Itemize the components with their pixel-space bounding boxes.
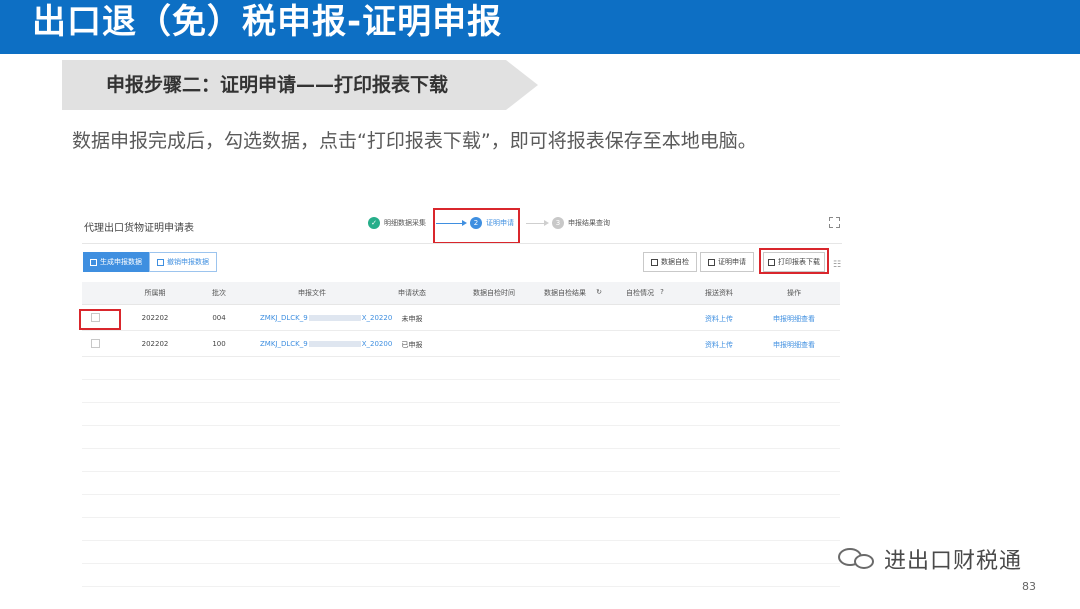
- column-header[interactable]: 操作: [778, 288, 810, 298]
- empty-row: [82, 426, 840, 449]
- generate-data-button[interactable]: 生成申报数据: [83, 252, 149, 272]
- document-icon: [157, 258, 164, 266]
- divider: [82, 243, 842, 244]
- step-label: 明细数据采集: [384, 219, 426, 227]
- cell-status: 已申报: [401, 341, 423, 349]
- page-title: 代理出口货物证明申请表: [84, 223, 194, 234]
- empty-row: [82, 564, 840, 587]
- column-header[interactable]: 申报文件: [282, 288, 342, 298]
- empty-row: [82, 472, 840, 495]
- step-item-collect[interactable]: ✓ 明细数据采集: [368, 217, 426, 229]
- view-details-link[interactable]: 申报明细查看: [768, 340, 820, 350]
- upload-material-link[interactable]: 资料上传: [699, 314, 739, 324]
- file-icon: [651, 258, 658, 266]
- button-label: 数据自检: [661, 258, 689, 266]
- button-label: 撤销申报数据: [167, 258, 209, 266]
- list-icon: [708, 258, 715, 266]
- file-prefix: ZMKJ_DLCK_9: [260, 340, 308, 348]
- fullscreen-icon[interactable]: [829, 217, 840, 228]
- empty-row: [82, 518, 840, 541]
- upload-material-link[interactable]: 资料上传: [699, 340, 739, 350]
- row-checkbox[interactable]: [91, 339, 100, 348]
- cell-batch: 004: [212, 314, 226, 322]
- table-row[interactable]: 202202 004 ZMKJ_DLCK_9 X_20220 未申报 资料上传 申…: [82, 305, 840, 331]
- step-label: 申报结果查询: [568, 219, 610, 227]
- cell-period: 202202: [141, 340, 169, 348]
- table-row[interactable]: 202202 100 ZMKJ_DLCK_9 X_20200 已申报 资料上传 申…: [82, 331, 840, 357]
- document-icon: [90, 258, 97, 266]
- redacted-block: [308, 315, 361, 321]
- step-connector: [526, 223, 546, 224]
- table-header: 所属期 批次 申报文件 申请状态 数据自检时间 数据自检结果 ↻ 自检情况 ? …: [82, 282, 840, 305]
- column-header[interactable]: 所属期: [132, 288, 178, 298]
- app-screenshot: 代理出口货物证明申请表 ✓ 明细数据采集 2 证明申请 3 申报结果查询 生成申…: [78, 205, 846, 609]
- button-label: 证明申请: [718, 258, 746, 266]
- columns-settings-icon[interactable]: ☷: [833, 260, 841, 270]
- highlight-box-checkbox: [79, 309, 121, 330]
- slide: 出口退（免）税申报-证明申报 申报步骤二：证明申请——打印报表下载 数据申报完成…: [0, 0, 1080, 609]
- empty-row: [82, 495, 840, 518]
- column-header[interactable]: 数据自检时间: [464, 288, 524, 298]
- view-details-link[interactable]: 申报明细查看: [768, 314, 820, 324]
- help-icon[interactable]: ?: [657, 288, 667, 296]
- arrow-right-icon: [544, 220, 549, 226]
- self-check-button[interactable]: 数据自检: [643, 252, 697, 272]
- step-item-query[interactable]: 3 申报结果查询: [552, 217, 610, 229]
- check-icon: ✓: [368, 217, 380, 229]
- page-number: 83: [1022, 580, 1036, 593]
- column-header[interactable]: 批次: [202, 288, 236, 298]
- empty-row: [82, 449, 840, 472]
- apply-certificate-button[interactable]: 证明申请: [700, 252, 754, 272]
- slide-title: 出口退（免）税申报-证明申报: [32, 2, 503, 42]
- step-banner: 申报步骤二：证明申请——打印报表下载: [62, 60, 538, 110]
- button-label: 生成申报数据: [100, 258, 142, 266]
- empty-row: [82, 380, 840, 403]
- watermark: 进出口财税通: [836, 542, 1022, 576]
- description-text: 数据申报完成后，勾选数据，点击“打印报表下载”，即可将报表保存至本地电脑。: [72, 130, 757, 152]
- cell-batch: 100: [212, 340, 226, 348]
- step-banner-text: 申报步骤二：证明申请——打印报表下载: [106, 74, 449, 96]
- file-prefix: ZMKJ_DLCK_9: [260, 314, 308, 322]
- step-number: 3: [552, 217, 564, 229]
- title-bar: 出口退（免）税申报-证明申报: [0, 0, 1080, 54]
- column-header[interactable]: 自检情况: [620, 288, 660, 298]
- cell-file[interactable]: ZMKJ_DLCK_9 X_20200: [260, 340, 392, 348]
- empty-row: [82, 357, 840, 380]
- highlight-box-step: [433, 208, 520, 244]
- redacted-block: [308, 341, 361, 347]
- empty-row: [82, 541, 840, 564]
- empty-row: [82, 403, 840, 426]
- column-header[interactable]: 申请状态: [387, 288, 437, 298]
- column-header[interactable]: 数据自检结果: [537, 288, 593, 298]
- watermark-text: 进出口财税通: [884, 549, 1023, 574]
- cell-period: 202202: [141, 314, 169, 322]
- wechat-icon: [836, 542, 880, 576]
- data-table: 所属期 批次 申报文件 申请状态 数据自检时间 数据自检结果 ↻ 自检情况 ? …: [82, 282, 840, 587]
- revoke-data-button[interactable]: 撤销申报数据: [149, 252, 217, 272]
- highlight-box-print: [759, 248, 829, 274]
- column-header[interactable]: 报送资料: [699, 288, 739, 298]
- cell-file[interactable]: ZMKJ_DLCK_9 X_20220: [260, 314, 392, 322]
- refresh-icon[interactable]: ↻: [594, 288, 604, 296]
- cell-status: 未申报: [401, 315, 423, 323]
